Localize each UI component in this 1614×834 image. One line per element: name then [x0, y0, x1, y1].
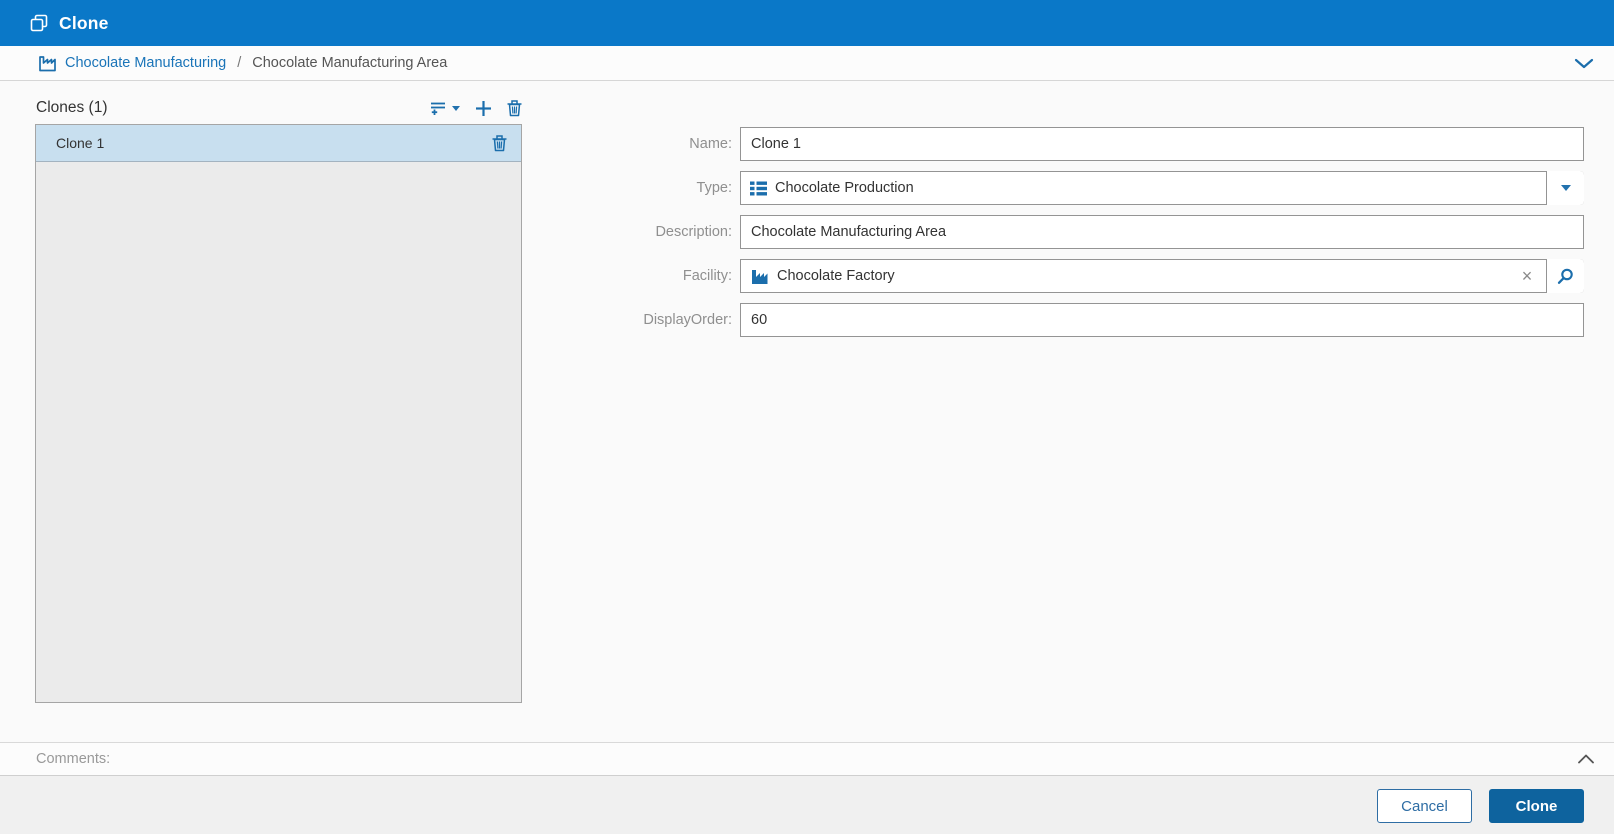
clone-button[interactable]: Clone: [1489, 789, 1584, 823]
type-combo[interactable]: Chocolate Production: [740, 171, 1584, 205]
clone-dialog: Clone Chocolate Manufacturing / Chocolat…: [0, 0, 1614, 834]
comments-bar: Comments:: [0, 742, 1614, 775]
cancel-button[interactable]: Cancel: [1377, 789, 1472, 823]
form-row-facility: Facility: Chocolate Factory ×: [0, 259, 1584, 293]
breadcrumb: Chocolate Manufacturing / Chocolate Manu…: [0, 46, 1614, 81]
form-row-type: Type: Chocolate Production: [0, 171, 1584, 205]
breadcrumb-link-parent[interactable]: Chocolate Manufacturing: [65, 55, 226, 71]
search-icon: [1557, 268, 1574, 285]
type-label: Type:: [696, 180, 732, 196]
caret-down-icon: [452, 105, 460, 111]
facility-lookup[interactable]: Chocolate Factory: [740, 259, 1584, 293]
breadcrumb-current: Chocolate Manufacturing Area: [252, 55, 448, 71]
comments-label: Comments:: [36, 751, 111, 767]
form-row-name: Name:: [0, 127, 1584, 161]
type-dropdown-button[interactable]: [1546, 171, 1584, 205]
page-title: Clone: [59, 12, 109, 33]
clones-panel-header: Clones (1): [36, 95, 522, 121]
plus-icon: [475, 100, 492, 117]
factory-solid-icon: [750, 268, 769, 285]
description-label: Description:: [655, 224, 732, 240]
x-clear-icon[interactable]: ×: [1516, 259, 1538, 293]
sort-order-button[interactable]: [430, 100, 460, 116]
delete-clones-button[interactable]: [507, 99, 522, 117]
displayorder-field[interactable]: [740, 303, 1584, 337]
add-clone-button[interactable]: [475, 100, 492, 117]
trash-icon: [507, 99, 522, 117]
chevron-down-icon[interactable]: [1573, 55, 1595, 71]
footer-bar: Cancel Clone: [0, 775, 1614, 834]
chevron-up-icon[interactable]: [1576, 752, 1596, 766]
description-field[interactable]: [740, 215, 1584, 249]
sort-add-icon: [430, 100, 447, 116]
form-row-displayorder: DisplayOrder:: [0, 303, 1584, 337]
clones-panel-title: Clones (1): [36, 99, 108, 116]
facility-search-button[interactable]: [1546, 259, 1584, 293]
facility-value: Chocolate Factory: [777, 268, 895, 284]
displayorder-label: DisplayOrder:: [643, 312, 732, 328]
name-label: Name:: [689, 136, 732, 152]
clone-icon: [30, 14, 48, 32]
caret-down-icon: [1560, 185, 1571, 191]
type-value: Chocolate Production: [775, 180, 914, 196]
name-field[interactable]: [740, 127, 1584, 161]
clones-toolbar: [430, 99, 522, 117]
clone-form: Name: Type:: [0, 127, 1584, 347]
breadcrumb-separator: /: [237, 55, 242, 71]
title-bar: Clone: [0, 0, 1614, 46]
facility-label: Facility:: [682, 268, 732, 284]
factory-outline-icon: [38, 55, 57, 72]
list-type-icon: [750, 181, 767, 196]
form-row-description: Description:: [0, 215, 1584, 249]
